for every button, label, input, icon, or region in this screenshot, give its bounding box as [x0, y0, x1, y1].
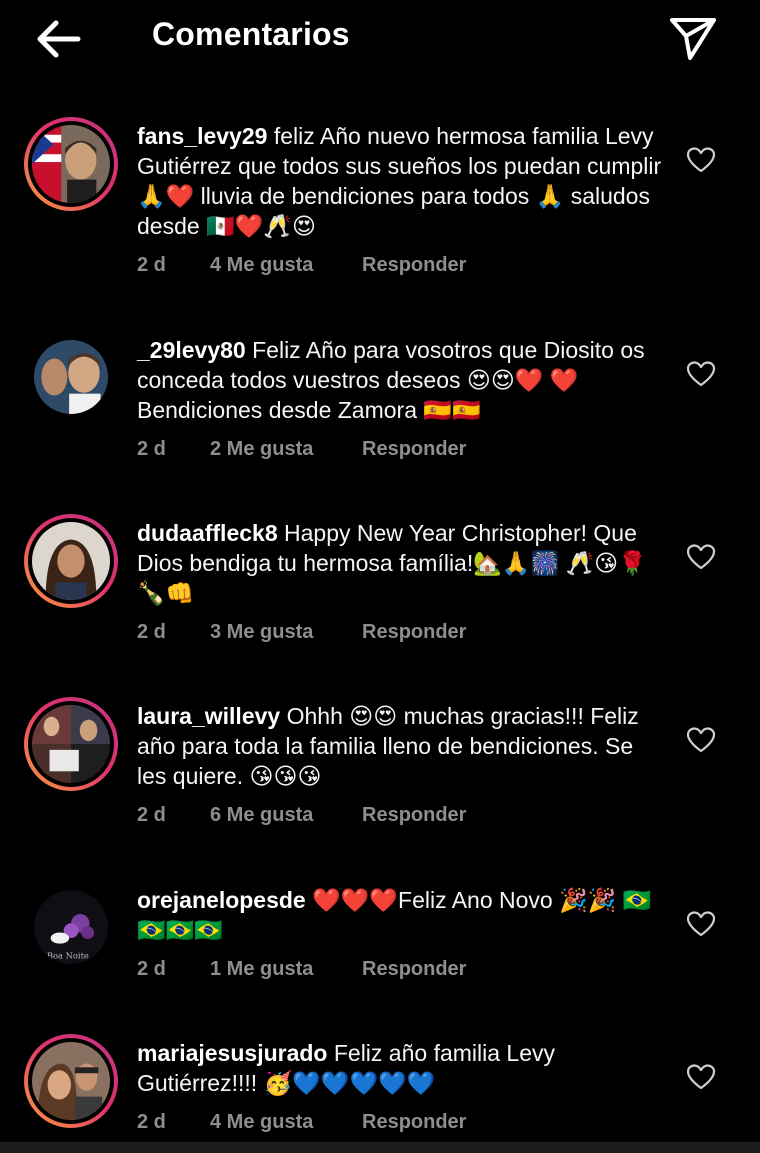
heart-outline-icon — [686, 727, 716, 753]
comment-meta: 2 d 4 Me gusta Responder — [137, 1111, 466, 1134]
heart-outline-icon — [686, 544, 716, 570]
comment-likes[interactable]: 4 Me gusta — [210, 1111, 362, 1134]
like-button[interactable] — [686, 146, 716, 174]
comment-meta: 2 d 2 Me gusta Responder — [137, 438, 466, 461]
avatar-dudaaffleck8[interactable] — [24, 514, 118, 608]
comment-body: orejanelopesde ❤️❤️❤️Feliz Ano Novo 🎉🎉 🇧… — [137, 885, 667, 945]
page-title: Comentarios — [152, 16, 350, 52]
comment-username[interactable]: laura_willevy — [137, 703, 280, 729]
comment-username[interactable]: fans_levy29 — [137, 123, 267, 149]
like-button[interactable] — [686, 910, 716, 938]
header: Comentarios — [0, 0, 760, 78]
comment-time: 2 d — [137, 621, 166, 643]
arrow-left-icon — [37, 20, 81, 58]
bottom-bar — [0, 1142, 760, 1153]
like-button[interactable] — [686, 543, 716, 571]
avatar-caption: Boa Noite — [47, 950, 89, 960]
comment-time: 2 d — [137, 438, 166, 460]
comment-meta: 2 d 6 Me gusta Responder — [137, 804, 466, 827]
avatar-mariajesusjurado[interactable] — [24, 1034, 118, 1128]
comment-likes[interactable]: 3 Me gusta — [210, 621, 362, 644]
avatar-29levy80[interactable] — [24, 330, 118, 424]
reply-button[interactable]: Responder — [362, 1111, 466, 1134]
comment-username[interactable]: dudaaffleck8 — [137, 520, 278, 546]
comment-time: 2 d — [137, 254, 166, 276]
comment-username[interactable]: orejanelopesde — [137, 887, 306, 913]
share-button[interactable] — [664, 10, 722, 66]
like-button[interactable] — [686, 1063, 716, 1091]
reply-button[interactable]: Responder — [362, 958, 466, 981]
comment-meta: 2 d 3 Me gusta Responder — [137, 621, 466, 644]
comment-likes[interactable]: 1 Me gusta — [210, 958, 362, 981]
like-button[interactable] — [686, 360, 716, 388]
comment-body: dudaaffleck8 Happy New Year Christopher!… — [137, 518, 667, 608]
avatar-image: Boa Noite — [34, 890, 108, 964]
reply-button[interactable]: Responder — [362, 254, 466, 277]
comment-time: 2 d — [137, 1111, 166, 1133]
comment-time: 2 d — [137, 958, 166, 980]
avatar-image — [32, 522, 110, 600]
comment-meta: 2 d 1 Me gusta Responder — [137, 958, 466, 981]
back-button[interactable] — [28, 14, 92, 64]
comment-body: fans_levy29 feliz Año nuevo hermosa fami… — [137, 121, 667, 241]
reply-button[interactable]: Responder — [362, 804, 466, 827]
comment-username[interactable]: _29levy80 — [137, 337, 246, 363]
like-button[interactable] — [686, 726, 716, 754]
comment-likes[interactable]: 2 Me gusta — [210, 438, 362, 461]
reply-button[interactable]: Responder — [362, 438, 466, 461]
avatar-image — [32, 1042, 110, 1120]
comment-body: _29levy80 Feliz Año para vosotros que Di… — [137, 335, 667, 425]
reply-button[interactable]: Responder — [362, 621, 466, 644]
comment-likes[interactable]: 6 Me gusta — [210, 804, 362, 827]
avatar-orejanelopesde[interactable]: Boa Noite — [24, 880, 118, 974]
avatar-laura-willevy[interactable] — [24, 697, 118, 791]
avatar-fans-levy29[interactable] — [24, 117, 118, 211]
comment-username[interactable]: mariajesusjurado — [137, 1040, 327, 1066]
heart-outline-icon — [686, 1064, 716, 1090]
heart-outline-icon — [686, 911, 716, 937]
heart-outline-icon — [686, 147, 716, 173]
paper-plane-icon — [670, 18, 716, 60]
comment-body: mariajesusjurado Feliz año familia Levy … — [137, 1038, 667, 1098]
comment-time: 2 d — [137, 804, 166, 826]
avatar-image — [32, 705, 110, 783]
comment-body: laura_willevy Ohhh 😍😍 muchas gracias!!! … — [137, 701, 667, 791]
comment-likes[interactable]: 4 Me gusta — [210, 254, 362, 277]
avatar-image — [34, 340, 108, 414]
comment-meta: 2 d 4 Me gusta Responder — [137, 254, 466, 277]
heart-outline-icon — [686, 361, 716, 387]
avatar-image — [32, 125, 110, 203]
